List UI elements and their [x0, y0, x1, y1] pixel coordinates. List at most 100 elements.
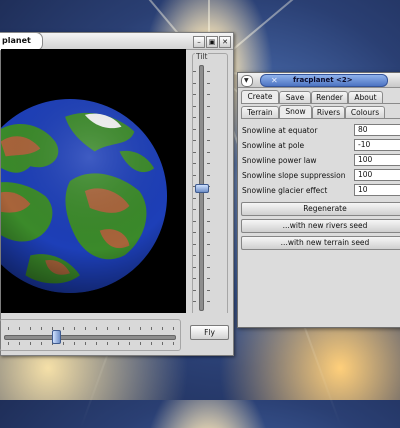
spin-tick: [140, 327, 141, 330]
spin-tick: [129, 327, 130, 330]
tab-divider-2: [241, 118, 400, 119]
tilt-tick: [207, 278, 210, 279]
spin-tick: [96, 342, 97, 345]
spin-slider-handle[interactable]: [52, 330, 61, 344]
spin-tick: [19, 327, 20, 330]
tilt-tick: [207, 140, 210, 141]
spin-tick: [30, 342, 31, 345]
fly-button[interactable]: Fly: [190, 325, 229, 340]
spin-tick: [107, 327, 108, 330]
spin-tick: [19, 342, 20, 345]
snowline-equator-label: Snowline at equator: [242, 126, 318, 135]
tilt-tick: [193, 82, 196, 84]
tilt-tick: [193, 151, 196, 153]
tilt-tick: [193, 128, 196, 130]
spin-tick: [96, 327, 97, 330]
tilt-slider-handle[interactable]: [195, 184, 209, 193]
control-title-pill[interactable]: ✕ fracplanet <2>: [260, 74, 388, 87]
spin-tick: [140, 342, 141, 345]
tilt-tick: [207, 209, 210, 210]
tilt-tick: [207, 105, 210, 107]
tilt-tick: [193, 220, 196, 222]
tilt-tick: [193, 105, 196, 107]
spin-tick: [8, 342, 9, 345]
tilt-tick: [193, 301, 196, 302]
planet-globe: [1, 99, 167, 293]
spin-tick: [107, 342, 108, 345]
tilt-tick: [207, 117, 210, 118]
tilt-tick: [207, 71, 210, 72]
tilt-tick: [207, 174, 210, 176]
snowline-slope-suppression-spinbox[interactable]: 100: [354, 169, 400, 181]
tilt-tick: [193, 232, 196, 233]
spin-tick: [118, 342, 119, 345]
spin-tick: [162, 327, 163, 330]
fracplanet-control-window: ▼ ✕ fracplanet <2> Create Save Render Ab…: [237, 72, 400, 328]
tilt-tick: [207, 255, 210, 256]
tab-create[interactable]: Create: [241, 90, 279, 104]
tilt-tick: [193, 289, 196, 291]
viewer-titlebar[interactable]: planet – ▣ ✕: [0, 32, 233, 51]
tilt-tick: [207, 128, 210, 130]
spin-tick: [173, 327, 174, 330]
tilt-tick: [193, 140, 196, 141]
close-button[interactable]: ✕: [219, 36, 231, 48]
tilt-tick: [207, 301, 210, 302]
control-titlebar[interactable]: ▼ ✕ fracplanet <2>: [238, 73, 400, 88]
close-icon[interactable]: ✕: [271, 75, 278, 86]
tilt-tick: [193, 266, 196, 268]
window-menu-button[interactable]: ▼: [241, 75, 253, 87]
maximize-button[interactable]: ▣: [206, 36, 218, 48]
planet-render-view[interactable]: [1, 49, 186, 313]
tilt-tick: [207, 163, 210, 164]
spin-tick: [151, 327, 152, 330]
spin-slider-track[interactable]: [4, 335, 176, 340]
tilt-slider-panel: Tilt: [187, 49, 233, 345]
tilt-tick: [193, 163, 196, 164]
planet-viewer-window: planet – ▣ ✕ Tilt Fly: [0, 32, 234, 356]
tilt-tick: [193, 94, 196, 95]
spin-tick: [162, 342, 163, 345]
spin-tick: [74, 342, 75, 345]
snowline-power-law-spinbox[interactable]: 100: [354, 154, 400, 166]
tab-snow[interactable]: Snow: [279, 105, 312, 119]
tilt-tick: [193, 174, 196, 176]
snowline-equator-spinbox[interactable]: 80: [354, 124, 400, 136]
regenerate-button[interactable]: Regenerate: [241, 202, 400, 216]
new-terrain-seed-button[interactable]: ...with new terrain seed: [241, 236, 400, 250]
spin-tick: [129, 342, 130, 345]
tilt-tick: [207, 151, 210, 153]
spin-tick: [41, 342, 42, 345]
tilt-tick: [193, 243, 196, 245]
spin-tick: [85, 327, 86, 330]
snowline-glacier-effect-label: Snowline glacier effect: [242, 186, 328, 195]
spin-tick: [63, 327, 64, 330]
tilt-tick: [193, 209, 196, 210]
tilt-tick: [193, 278, 196, 279]
tab-divider-1: [241, 103, 400, 104]
spin-tick: [8, 327, 9, 330]
chevron-down-icon: ▼: [244, 77, 249, 84]
minimize-button[interactable]: –: [193, 36, 205, 48]
snowline-pole-spinbox[interactable]: -10: [354, 139, 400, 151]
tilt-tick: [207, 266, 210, 268]
tilt-tick: [207, 220, 210, 222]
spin-slider: [0, 319, 181, 351]
spin-tick: [63, 342, 64, 345]
viewer-bottom-controls: Fly: [0, 313, 233, 355]
control-title-text: fracplanet <2>: [293, 76, 353, 84]
spin-tick: [151, 342, 152, 345]
spin-tick: [30, 327, 31, 330]
spin-tick: [85, 342, 86, 345]
tilt-tick: [207, 232, 210, 233]
tilt-tick: [193, 197, 196, 199]
spin-tick: [173, 342, 174, 345]
tilt-tick: [207, 197, 210, 199]
spin-tick: [74, 327, 75, 330]
snowline-slope-suppression-label: Snowline slope suppression: [242, 171, 346, 180]
snowline-glacier-effect-spinbox[interactable]: 10: [354, 184, 400, 196]
new-rivers-seed-button[interactable]: ...with new rivers seed: [241, 219, 400, 233]
tilt-tick: [207, 82, 210, 84]
spin-tick: [41, 327, 42, 330]
tilt-tick: [207, 289, 210, 291]
